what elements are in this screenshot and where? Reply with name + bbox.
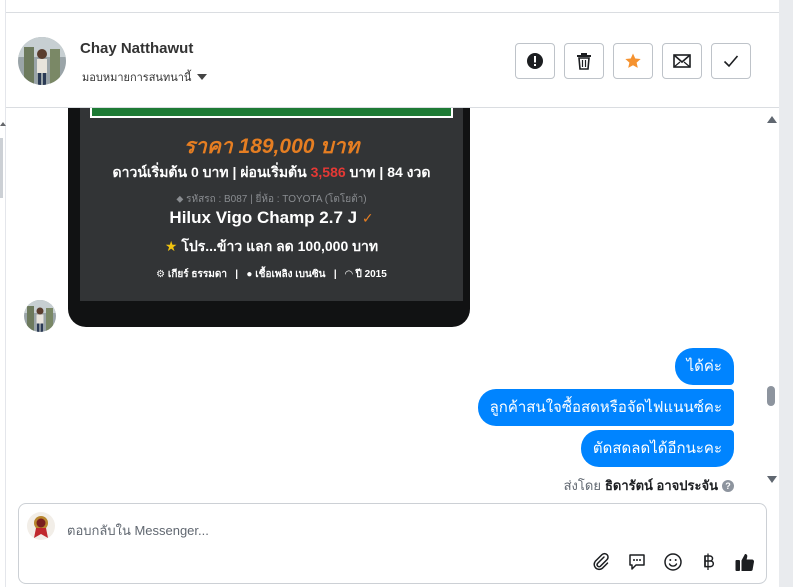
mark-spam-button[interactable]: [515, 43, 555, 79]
scroll-thumb[interactable]: [767, 386, 775, 406]
car-card: ราคา 189,000 บาท ดาวน์เริ่มต้น 0 บาท | ผ…: [80, 108, 463, 301]
star-button[interactable]: [613, 43, 653, 79]
composer-tools: [590, 551, 756, 573]
car-specs: ⚙ เกียร์ ธรรมดา | ● เชื้อเพลิง เบนซิน | …: [156, 269, 387, 280]
trash-icon: [577, 53, 591, 70]
star-icon: ★: [164, 238, 178, 254]
thread-scrollbar[interactable]: [762, 108, 779, 498]
contact-name[interactable]: Chay Natthawut: [80, 40, 193, 57]
paperclip-icon[interactable]: [590, 551, 612, 573]
reply-input[interactable]: ตอบกลับใน Messenger...: [67, 520, 209, 541]
outgoing-message-3[interactable]: ตัดสดลดได้อีกนะคะ: [580, 430, 734, 467]
sent-by-name[interactable]: ธิดารัตน์ อาจประจัน: [605, 475, 718, 496]
saved-reply-icon[interactable]: [626, 551, 648, 573]
outgoing-message-2[interactable]: ลูกค้าสนใจซื้อสดหรือจัดไฟแนนซ์คะ: [477, 389, 734, 426]
conversation-header: Chay Natthawut มอบหมายการสนทนานี้: [6, 13, 779, 108]
mark-done-button[interactable]: [711, 43, 751, 79]
car-fuel: เชื้อเพลิง เบนซิน: [255, 269, 326, 280]
card-banner: [90, 108, 453, 118]
emoji-icon[interactable]: [662, 551, 684, 573]
reply-composer[interactable]: ตอบกลับใน Messenger...: [18, 503, 767, 584]
sent-by-info: ส่งโดย ธิดารัตน์ อาจประจัน ?: [564, 475, 734, 496]
gauge-icon: ◠: [344, 269, 353, 280]
star-icon: [625, 53, 641, 68]
baht-icon[interactable]: [698, 551, 720, 573]
car-down-payment: ดาวน์เริ่มต้น 0 บาท | ผ่อนเริ่มต้น 3,586…: [80, 162, 463, 184]
gear-icon: ⚙: [156, 269, 166, 280]
car-meta: ⬥ รหัสรถ : B087 | ยี่ห้อ : TOYOTA (โตโยต…: [80, 192, 463, 207]
car-model-text: Hilux Vigo Champ 2.7 J: [169, 208, 358, 227]
mark-unread-button[interactable]: [662, 43, 702, 79]
installment-amount: 3,586: [310, 164, 346, 180]
assign-label: มอบหมายการสนทนานี้: [82, 72, 192, 84]
assign-conversation-dropdown[interactable]: มอบหมายการสนทนานี้: [82, 68, 208, 86]
fuel-drop-icon: ●: [246, 269, 253, 280]
header-actions: [515, 43, 751, 79]
car-year: ปี 2015: [355, 269, 387, 280]
sender-avatar[interactable]: [24, 300, 56, 332]
scroll-down-icon[interactable]: [767, 476, 777, 483]
sent-by-prefix: ส่งโดย: [563, 478, 601, 493]
page-avatar: [27, 512, 55, 540]
check-icon: [723, 55, 739, 68]
car-price: ราคา 189,000 บาท: [183, 135, 360, 158]
scroll-up-icon[interactable]: [767, 116, 777, 123]
down-payment-text: ดาวน์เริ่มต้น 0 บาท | ผ่อนเริ่มต้น: [112, 164, 311, 180]
contact-avatar[interactable]: [18, 37, 66, 85]
installment-suffix: บาท | 84 งวด: [345, 164, 431, 180]
inbox-conversation-panel: Chay Natthawut มอบหมายการสนทนานี้ ราคา 1…: [0, 0, 793, 587]
left-scrollbar-thumb[interactable]: [0, 138, 3, 198]
message-thread: ราคา 189,000 บาท ดาวน์เริ่มต้น 0 บาท | ผ…: [6, 108, 779, 498]
delete-button[interactable]: [564, 43, 604, 79]
verified-check-icon: ✓: [361, 210, 374, 226]
car-model: Hilux Vigo Champ 2.7 J ✓: [80, 208, 463, 228]
right-page-gutter: [779, 0, 793, 587]
alert-circle-icon: [527, 53, 543, 69]
chevron-down-icon: [197, 74, 208, 80]
car-gear: เกียร์ ธรรมดา: [167, 269, 227, 280]
tag-icon: ⬥: [176, 194, 187, 205]
car-promo-text: โปร...ข้าว แลก ลด 100,000 บาท: [181, 238, 379, 254]
car-meta-text: รหัสรถ : B087 | ยี่ห้อ : TOYOTA (โตโยต้า…: [186, 194, 367, 205]
car-promo: ★ โปร...ข้าว แลก ลด 100,000 บาท: [80, 236, 463, 258]
question-icon[interactable]: ?: [722, 479, 734, 492]
thumbs-up-icon[interactable]: [734, 551, 756, 573]
outgoing-message-1[interactable]: ได้ค่ะ: [674, 348, 734, 385]
envelope-icon: [673, 54, 691, 68]
car-listing-image[interactable]: ราคา 189,000 บาท ดาวน์เริ่มต้น 0 บาท | ผ…: [68, 108, 470, 327]
